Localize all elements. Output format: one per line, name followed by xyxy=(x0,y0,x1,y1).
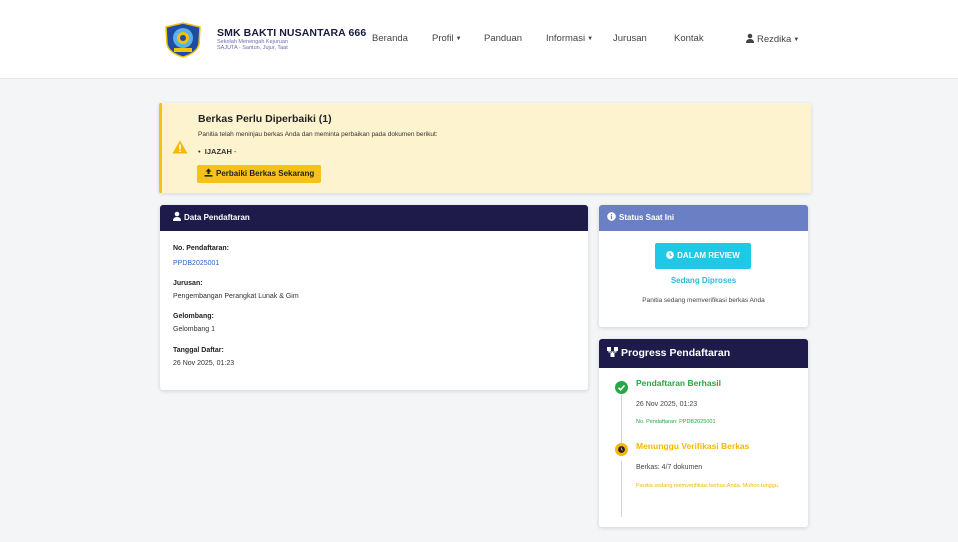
step-1-note: No. Pendaftaran: PPDB2025001 xyxy=(636,419,716,425)
status-badge-label: DALAM REVIEW xyxy=(677,251,740,260)
fix-documents-button[interactable]: Perbaiki Berkas Sekarang xyxy=(197,165,322,183)
clock-icon xyxy=(666,251,674,259)
doc-suffix: - xyxy=(231,147,237,156)
timeline-connector xyxy=(621,395,622,449)
brand-name: SMK BAKTI NUSANTARA 666 xyxy=(217,27,367,39)
progress-card-header: Progress Pendaftaran xyxy=(599,339,808,368)
registration-card-title: Data Pendaftaran xyxy=(184,213,250,222)
alert-message: Panitia telah meninjau berkas Anda dan m… xyxy=(198,131,438,138)
alert-doc-item: • IJAZAH - xyxy=(198,147,237,156)
nav-jurusan[interactable]: Jurusan xyxy=(613,33,647,44)
brand[interactable]: SMK BAKTI NUSANTARA 666 Sekolah Menengah… xyxy=(217,27,366,51)
chevron-down-icon: ▼ xyxy=(455,36,462,42)
field-value-registration-number: PPDB2025001 xyxy=(173,260,220,267)
field-value-wave: Gelombang 1 xyxy=(173,326,216,333)
revision-alert: Berkas Perlu Diperbaiki (1) Panitia tela… xyxy=(159,103,811,193)
alert-title: Berkas Perlu Diperbaiki (1) xyxy=(198,113,332,125)
upload-icon xyxy=(204,168,213,177)
nav-informasi-label: Informasi xyxy=(546,33,586,44)
field-value-major: Pengembangan Perangkat Lunak & Gim xyxy=(173,293,299,300)
status-badge[interactable]: DALAM REVIEW xyxy=(655,243,751,269)
nav-kontak[interactable]: Kontak xyxy=(674,33,704,44)
info-icon xyxy=(607,212,616,221)
field-value-date: 26 Nov 2025, 01:23 xyxy=(173,360,235,367)
chevron-down-icon: ▼ xyxy=(587,36,594,42)
navbar: SMK BAKTI NUSANTARA 666 Sekolah Menengah… xyxy=(0,0,958,79)
status-card-title: Status Saat Ini xyxy=(619,213,675,222)
user-name: Rezdika xyxy=(757,34,792,45)
field-label-major: Jurusan: xyxy=(173,280,203,287)
step-1-title: Pendaftaran Berhasil xyxy=(636,378,722,388)
nav-informasi[interactable]: Informasi ▼ xyxy=(546,33,593,44)
step-1-date: 26 Nov 2025, 01:23 xyxy=(636,401,698,408)
school-logo[interactable] xyxy=(163,22,203,58)
status-state: Sedang Diproses xyxy=(670,276,737,285)
status-card-header: Status Saat Ini xyxy=(599,205,808,231)
fix-button-label: Perbaiki Berkas Sekarang xyxy=(216,169,315,178)
nav-profil[interactable]: Profil ▼ xyxy=(432,33,462,44)
tasks-icon xyxy=(607,347,618,357)
step-2-date: Berkas: 4/7 dokumen xyxy=(636,464,703,471)
user-icon xyxy=(173,211,181,221)
status-card: Status Saat Ini DALAM REVIEW Sedang Dipr… xyxy=(599,205,808,327)
progress-card-title: Progress Pendaftaran xyxy=(621,347,731,359)
registration-card: Data Pendaftaran No. Pendaftaran: PPDB20… xyxy=(160,205,588,390)
progress-card: Progress Pendaftaran Pendaftaran Berhasi… xyxy=(599,339,808,527)
timeline-connector xyxy=(621,461,622,517)
step-success-icon xyxy=(615,381,628,394)
step-pending-icon xyxy=(615,443,628,456)
field-label-registration-number: No. Pendaftaran: xyxy=(173,245,230,252)
nav-beranda[interactable]: Beranda xyxy=(372,33,408,44)
user-menu[interactable]: Rezdika ▼ xyxy=(745,33,799,45)
nav-profil-label: Profil xyxy=(432,33,454,44)
step-2-note: Panitia sedang memverifikasi berkas Anda… xyxy=(636,483,780,489)
chevron-down-icon: ▼ xyxy=(793,37,800,43)
field-label-wave: Gelombang: xyxy=(173,313,214,320)
nav-panduan[interactable]: Panduan xyxy=(484,33,522,44)
status-message: Panitia sedang memverifikasi berkas Anda xyxy=(642,297,765,304)
brand-motto: SAJUTA - Santun, Jujur, Taat xyxy=(217,45,288,51)
step-2-title: Menunggu Verifikasi Berkas xyxy=(636,441,750,451)
user-icon xyxy=(746,33,754,43)
field-label-date: Tanggal Daftar: xyxy=(173,347,224,354)
warning-icon xyxy=(172,140,188,154)
doc-name: IJAZAH xyxy=(204,147,232,156)
registration-card-header: Data Pendaftaran xyxy=(160,205,588,231)
